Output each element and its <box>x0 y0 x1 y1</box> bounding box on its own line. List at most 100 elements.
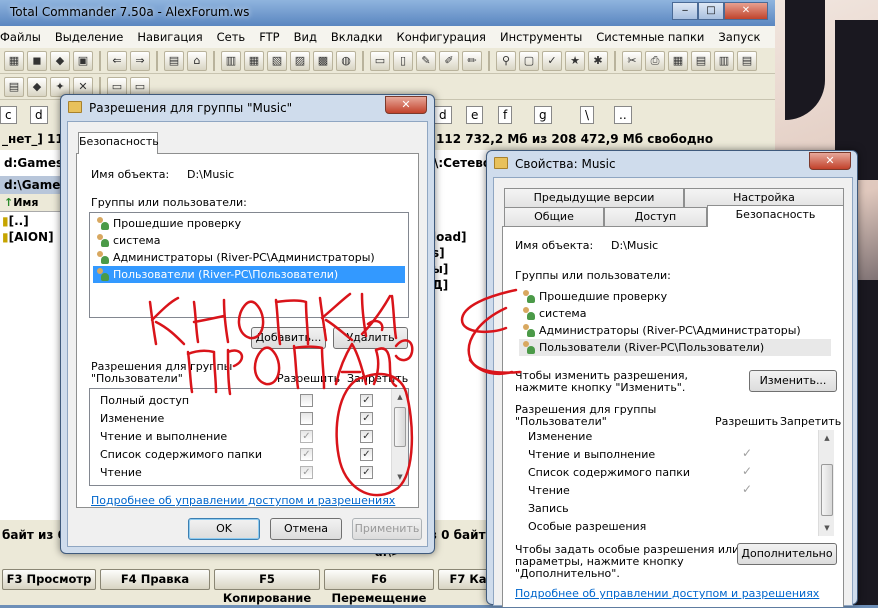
f5-copy-button[interactable]: F5 Копирование <box>214 569 320 605</box>
toolbar-button-icon[interactable]: ⇐ <box>107 51 127 71</box>
list-item[interactable]: ▮[AION] <box>2 230 54 244</box>
maximize-icon[interactable]: □ <box>698 2 724 20</box>
toolbar-button-icon[interactable]: ▤ <box>737 51 757 71</box>
groups-list[interactable]: Прошедшие проверку система Администратор… <box>89 212 409 318</box>
minimize-icon[interactable]: ‒ <box>672 2 698 20</box>
close-icon[interactable]: ✕ <box>724 2 768 20</box>
toolbar-button-icon[interactable]: ▭ <box>370 51 390 71</box>
list-item[interactable]: система <box>519 305 831 322</box>
drive-button[interactable]: d <box>434 106 452 124</box>
toolbar-button-icon[interactable]: ✱ <box>588 51 608 71</box>
list-item[interactable]: Пользователи (River-PC\Пользователи) <box>93 266 405 283</box>
toolbar-button-icon[interactable]: ✐ <box>439 51 459 71</box>
menu-item[interactable]: Системные папки <box>596 30 704 48</box>
deny-checkbox[interactable]: ✓ <box>360 448 373 461</box>
ok-button[interactable]: OK <box>188 518 260 540</box>
tab-security[interactable]: Безопасность <box>707 205 844 227</box>
scroll-thumb[interactable] <box>394 407 406 447</box>
toolbar-button-icon[interactable]: ⇒ <box>130 51 150 71</box>
toolbar-button-icon[interactable]: ▨ <box>290 51 310 71</box>
scroll-down-icon[interactable]: ▼ <box>821 522 833 534</box>
drive-button[interactable]: .. <box>614 106 632 124</box>
allow-checkbox[interactable]: ✓ <box>300 466 313 479</box>
toolbar-button-icon[interactable]: ◆ <box>27 77 47 97</box>
drive-button[interactable]: \ <box>580 106 595 124</box>
menu-item[interactable]: Запуск <box>718 30 760 48</box>
menu-item[interactable]: FTP <box>259 30 279 48</box>
toolbar-button-icon[interactable]: ⎙ <box>645 51 665 71</box>
add-button[interactable]: Добавить... <box>251 327 326 349</box>
allow-checkbox[interactable]: ✓ <box>300 430 313 443</box>
list-item[interactable]: Прошедшие проверку <box>93 215 405 232</box>
toolbar-button-icon[interactable]: ▤ <box>4 77 24 97</box>
toolbar-button-icon[interactable]: ✎ <box>416 51 436 71</box>
allow-checkbox[interactable] <box>300 394 313 407</box>
toolbar-button-icon[interactable]: ▤ <box>691 51 711 71</box>
toolbar-button-icon[interactable]: ◍ <box>336 51 356 71</box>
change-button[interactable]: Изменить... <box>749 370 837 392</box>
menu-item[interactable]: Вкладки <box>331 30 383 48</box>
menu-item[interactable]: Вид <box>294 30 317 48</box>
allow-checkbox[interactable]: ✓ <box>300 448 313 461</box>
toolbar-button-icon[interactable]: ▢ <box>519 51 539 71</box>
toolbar-button-icon[interactable]: ◼ <box>27 51 47 71</box>
menu-item[interactable]: Сеть <box>217 30 246 48</box>
f4-edit-button[interactable]: F4 Правка <box>100 569 210 590</box>
scroll-thumb[interactable] <box>821 464 833 516</box>
deny-checkbox[interactable]: ✓ <box>360 430 373 443</box>
help-link[interactable]: Подробнее об управлении доступом и разре… <box>515 587 819 600</box>
drive-button[interactable]: d <box>30 106 48 124</box>
remove-button[interactable]: Удалить <box>333 327 408 349</box>
toolbar-button-icon[interactable]: ★ <box>565 51 585 71</box>
permissions-scrollbar[interactable]: ▲ ▼ <box>391 389 408 485</box>
menu-item[interactable]: Конфигурация <box>397 30 486 48</box>
toolbar-button-icon[interactable]: ✏ <box>462 51 482 71</box>
menu-item[interactable]: Навигация <box>137 30 202 48</box>
permissions-scrollbar[interactable]: ▲ ▼ <box>818 430 834 536</box>
scroll-up-icon[interactable]: ▲ <box>394 391 406 403</box>
menu-item[interactable]: Инструменты <box>500 30 582 48</box>
list-item[interactable]: Прошедшие проверку <box>519 288 831 305</box>
toolbar-button-icon[interactable]: ▩ <box>313 51 333 71</box>
drive-button[interactable]: e <box>466 106 484 124</box>
apply-button[interactable]: Применить <box>352 518 422 540</box>
toolbar-button-icon[interactable]: ▥ <box>221 51 241 71</box>
list-item[interactable]: load] <box>432 230 467 244</box>
close-button[interactable]: ✕ <box>385 96 427 114</box>
close-button[interactable]: ✕ <box>809 152 851 170</box>
advanced-button[interactable]: Дополнительно <box>737 543 837 565</box>
drive-button[interactable]: g <box>534 106 552 124</box>
allow-checkbox[interactable] <box>300 412 313 425</box>
list-item[interactable]: Администраторы (River-PC\Администраторы) <box>519 322 831 339</box>
tab-security[interactable]: Безопасность <box>78 132 159 154</box>
toolbar-button-icon[interactable]: ⚲ <box>496 51 516 71</box>
f3-view-button[interactable]: F3 Просмотр <box>2 569 96 590</box>
toolbar-button-icon[interactable]: ⌂ <box>187 51 207 71</box>
menu-item[interactable]: Файлы <box>0 30 41 48</box>
toolbar-button-icon[interactable]: ▤ <box>164 51 184 71</box>
list-item[interactable]: ▮[..] <box>2 214 29 228</box>
toolbar-button-icon[interactable]: ▧ <box>267 51 287 71</box>
list-item[interactable]: система <box>93 232 405 249</box>
toolbar-button-icon[interactable]: ◆ <box>50 51 70 71</box>
cancel-button[interactable]: Отмена <box>270 518 342 540</box>
list-item[interactable]: Пользователи (River-PC\Пользователи) <box>519 339 831 356</box>
menu-item[interactable]: Выделение <box>55 30 124 48</box>
toolbar-button-icon[interactable]: ▣ <box>73 51 93 71</box>
permissions-list[interactable]: Изменение Чтение и выполнение ✓ Список с… <box>515 429 835 537</box>
deny-checkbox[interactable]: ✓ <box>360 412 373 425</box>
permissions-list[interactable]: Полный доступ ✓ Изменение ✓ Чтение и вып… <box>89 388 409 486</box>
help-link[interactable]: Подробнее об управлении доступом и разре… <box>91 494 395 507</box>
scroll-up-icon[interactable]: ▲ <box>821 432 833 444</box>
drive-button[interactable]: f <box>498 106 513 124</box>
scroll-down-icon[interactable]: ▼ <box>394 471 406 483</box>
tab-previous-versions[interactable]: Предыдущие версии <box>504 188 684 208</box>
tab-sharing[interactable]: Доступ <box>604 207 707 227</box>
groups-list[interactable]: Прошедшие проверку система Администратор… <box>515 285 835 365</box>
list-item[interactable]: Администраторы (River-PC\Администраторы) <box>93 249 405 266</box>
toolbar-button-icon[interactable]: ▥ <box>714 51 734 71</box>
toolbar-button-icon[interactable]: ▯ <box>393 51 413 71</box>
deny-checkbox[interactable]: ✓ <box>360 466 373 479</box>
toolbar-button-icon[interactable]: ▦ <box>244 51 264 71</box>
f6-move-button[interactable]: F6 Перемещение <box>324 569 434 605</box>
